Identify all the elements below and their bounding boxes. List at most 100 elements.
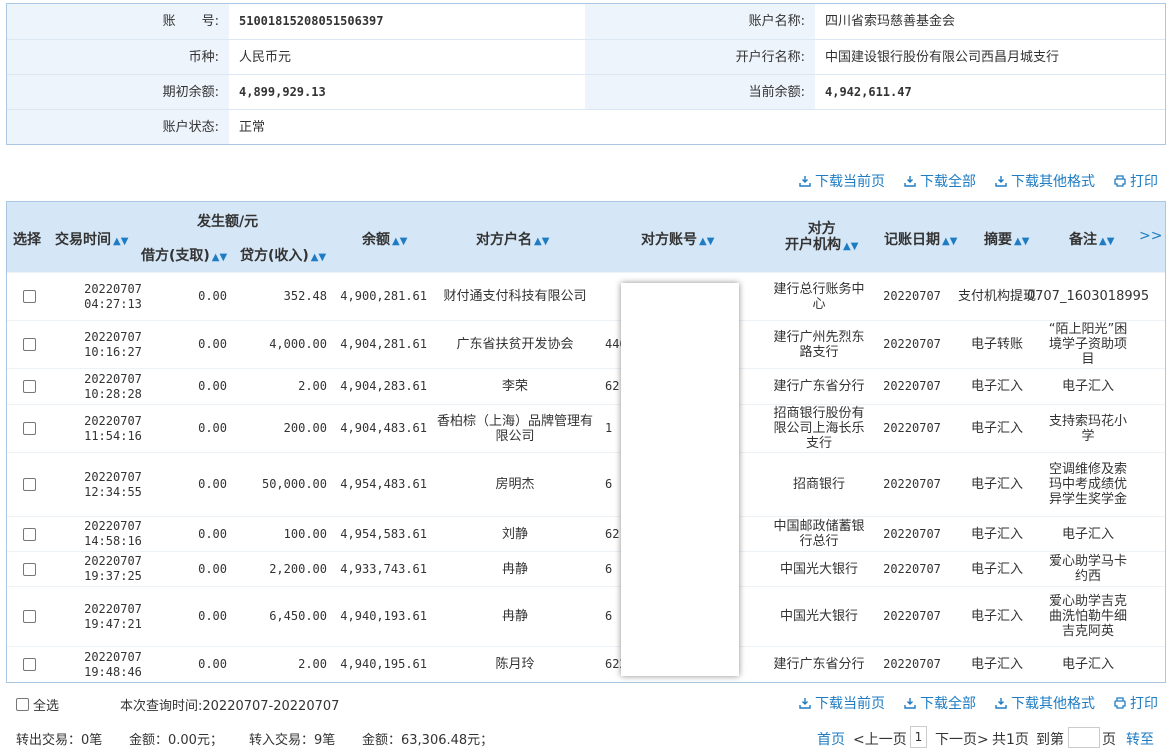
cell-time: 20220707 19:37:25 — [51, 552, 175, 586]
download-other-button[interactable]: 下载其他格式 — [995, 693, 1095, 713]
currency-value: 人民币元 — [239, 50, 292, 65]
current-page[interactable]: 1 — [910, 726, 927, 748]
goto-label: 到第 — [1036, 732, 1064, 748]
cell-balance: 4,940,193.61 — [340, 609, 427, 623]
download-other-label: 下载其他格式 — [1011, 174, 1095, 190]
col-balance[interactable]: 余额 ▲▼ — [362, 229, 407, 249]
prev-page-link[interactable]: <上一页 — [853, 729, 907, 749]
table-row[interactable]: 20220707 12:34:55 0.00 50,000.00 4,954,483.6… — [7, 452, 1165, 516]
row-checkbox[interactable] — [22, 380, 36, 393]
cell-summary: 电子汇入 — [970, 561, 1023, 577]
empty-cell — [585, 110, 815, 144]
goto-page-input[interactable] — [1068, 727, 1100, 748]
col-debit[interactable]: 借方(支取) ▲▼ — [141, 245, 227, 265]
transactions-table: 选择 交易时间 ▲▼ 发生额/元 借方(支取) ▲▼ 贷方(收入) ▲▼ 余额 ▲▼ 对… — [6, 201, 1166, 683]
cell-name: 广东省扶贫开发协会 — [456, 337, 574, 352]
download-page-label: 下载当前页 — [815, 174, 885, 190]
select-all[interactable]: 全选 — [16, 695, 59, 714]
col-credit-label: 贷方(收入) — [240, 248, 309, 264]
cell-debit: 0.00 — [198, 561, 227, 576]
cell-remark: 空调维修及索玛中考成绩优异学生奖学金 — [1048, 462, 1127, 507]
col-summary-label: 摘要 — [984, 232, 1012, 248]
col-counterparty[interactable]: 对方户名 ▲▼ — [476, 229, 549, 249]
row-checkbox[interactable] — [22, 290, 36, 303]
col-bank[interactable]: 对方 开户机构 ▲▼ — [785, 221, 858, 255]
cell-bank: 建行广州先烈东路支行 — [773, 329, 865, 360]
table-row[interactable]: 20220707 11:54:16 0.00 200.00 4,904,483.61 香柏… — [7, 404, 1165, 452]
cell-bank: 建行总行账务中心 — [773, 281, 865, 312]
download-all-label: 下载全部 — [920, 174, 976, 190]
download-other-button[interactable]: 下载其他格式 — [995, 171, 1095, 191]
download-icon — [799, 176, 811, 187]
table-row[interactable]: 20220707 19:47:21 0.00 6,450.00 4,940,193.61… — [7, 586, 1165, 646]
redaction-mask — [621, 283, 739, 676]
cell-debit: 0.00 — [198, 657, 227, 671]
cell-post: 20220707 — [883, 561, 941, 576]
print-button[interactable]: 打印 — [1114, 171, 1158, 191]
bank-label: 开户行名称: — [585, 40, 815, 74]
table-row[interactable]: 20220707 04:27:13 0.00 352.48 4,900,281.61 财付… — [7, 272, 1165, 320]
cell-balance: 4,904,281.61 — [340, 337, 427, 351]
table-row[interactable]: 20220707 10:16:27 0.00 4,000.00 4,904,281.61… — [7, 320, 1165, 368]
cell-credit: 2.00 — [298, 657, 327, 671]
cell-credit: 100.00 — [283, 526, 327, 541]
sort-icon: ▲▼ — [310, 252, 327, 263]
col-remark[interactable]: 备注 ▲▼ — [1069, 229, 1114, 249]
row-checkbox[interactable] — [22, 422, 36, 435]
cell-time-part: 10:16:27 — [84, 344, 142, 359]
print-label: 打印 — [1130, 174, 1158, 190]
cell-bank: 招商银行 — [792, 477, 845, 492]
download-page-button[interactable]: 下载当前页 — [799, 693, 885, 713]
cell-summary: 电子汇入 — [970, 379, 1023, 394]
col-time-label: 交易时间 — [55, 232, 111, 248]
currency-label: 币种: — [7, 40, 229, 74]
row-checkbox[interactable] — [22, 610, 36, 623]
sort-icon: ▲▼ — [113, 236, 129, 247]
download-icon — [995, 698, 1007, 709]
cell-date-part: 20220707 — [84, 469, 142, 484]
cell-post: 20220707 — [883, 657, 941, 671]
col-account-label: 对方账号 — [641, 232, 697, 248]
cell-remark: 电子汇入 — [1061, 526, 1114, 542]
cell-summary: 支付机构提现 — [957, 289, 1036, 304]
cell-remark: 支持索玛花小学 — [1048, 413, 1127, 444]
cell-credit: 4,000.00 — [269, 337, 327, 351]
table-row[interactable]: 20220707 10:28:28 0.00 2.00 4,904,283.61 李荣 62… — [7, 368, 1165, 404]
download-all-button[interactable]: 下载全部 — [904, 693, 976, 713]
row-checkbox[interactable] — [22, 478, 36, 491]
col-date[interactable]: 记账日期 ▲▼ — [884, 229, 957, 249]
more-columns-button[interactable]: >> — [1139, 228, 1162, 244]
cell-date-part: 20220707 — [84, 413, 142, 428]
goto-button[interactable]: 转至 — [1126, 729, 1154, 749]
row-checkbox[interactable] — [22, 658, 36, 671]
col-account[interactable]: 对方账号 ▲▼ — [641, 229, 714, 249]
col-credit[interactable]: 贷方(收入) ▲▼ — [240, 245, 326, 265]
col-time[interactable]: 交易时间 ▲▼ — [55, 229, 128, 249]
cell-time-part: 19:48:46 — [84, 664, 142, 679]
cell-balance: 4,904,483.61 — [340, 421, 427, 435]
print-label: 打印 — [1130, 696, 1158, 712]
col-debit-label: 借方(支取) — [141, 248, 210, 264]
col-summary[interactable]: 摘要 ▲▼ — [984, 229, 1029, 249]
cell-credit: 6,450.00 — [269, 609, 327, 623]
cell-remark: 爱心助学马卡约西 — [1048, 554, 1127, 584]
next-page-link[interactable]: 下一页> — [935, 729, 989, 749]
table-row[interactable]: 20220707 19:37:25 0.00 2,200.00 4,933,743.61… — [7, 551, 1165, 586]
select-all-checkbox[interactable] — [16, 698, 29, 711]
download-all-button[interactable]: 下载全部 — [904, 171, 976, 191]
table-row[interactable]: 20220707 14:58:16 0.00 100.00 4,954,583.61 刘静… — [7, 516, 1165, 551]
opening-balance-value: 4,899,929.13 — [239, 85, 326, 99]
row-checkbox[interactable] — [22, 338, 36, 351]
print-button[interactable]: 打印 — [1114, 693, 1158, 713]
sort-icon: ▲▼ — [392, 236, 408, 247]
row-checkbox[interactable] — [22, 527, 36, 541]
download-page-button[interactable]: 下载当前页 — [799, 171, 885, 191]
printer-icon — [1114, 697, 1126, 709]
table-row[interactable]: 20220707 19:48:46 0.00 2.00 4,940,195.61 陈月玲 6… — [7, 646, 1165, 682]
row-select-cell — [7, 321, 51, 368]
download-page-label: 下载当前页 — [815, 696, 885, 712]
cell-remark: 0707_1603018995 — [1026, 289, 1150, 304]
first-page-link[interactable]: 首页 — [817, 729, 845, 749]
cell-name: 财付通支付科技有限公司 — [443, 289, 587, 304]
row-checkbox[interactable] — [22, 562, 36, 576]
